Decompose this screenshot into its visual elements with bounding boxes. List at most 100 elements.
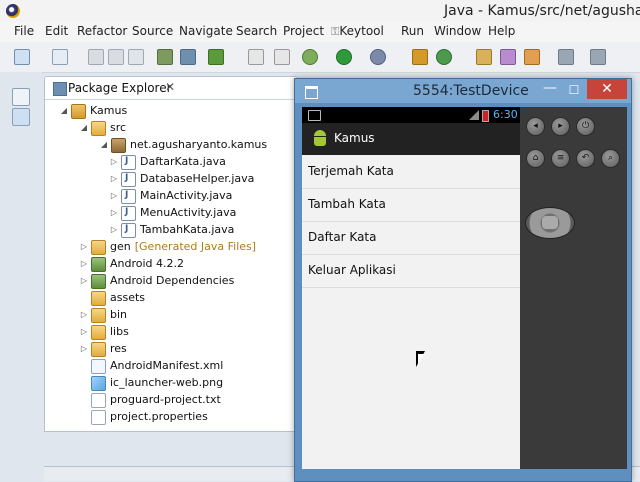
expanded-arrow-icon[interactable]: ◢ (59, 102, 69, 119)
lint-check-icon[interactable] (208, 49, 224, 65)
window-title: Java - Kamus/src/net/agushary (444, 3, 640, 19)
tree-item[interactable]: ▷ bin (79, 306, 127, 323)
main-toolbar (0, 42, 640, 73)
collapsed-arrow-icon[interactable]: ▷ (109, 187, 119, 204)
package-explorer-tab[interactable]: Package Explorer ✕ (45, 77, 297, 100)
tree-item[interactable]: ▷ Android 4.2.2 (79, 255, 184, 272)
volume-down-icon[interactable]: ◂ (526, 117, 545, 136)
close-icon[interactable]: ✕ (165, 80, 175, 94)
menu-edit[interactable]: Edit (45, 24, 68, 38)
android-sdk-manager-icon[interactable] (157, 49, 173, 65)
dpad-center-icon[interactable] (542, 216, 558, 229)
forward-icon[interactable] (590, 49, 606, 65)
collapsed-arrow-icon[interactable]: ▷ (79, 306, 89, 323)
annotation-icon[interactable] (524, 49, 540, 65)
tree-item-label: MenuActivity.java (140, 206, 237, 219)
new-icon[interactable] (14, 49, 30, 65)
print-icon[interactable] (128, 49, 144, 65)
emulator-title: 5554:TestDevice (413, 83, 529, 99)
menu-window[interactable]: Window (434, 24, 481, 38)
save-all-icon[interactable] (108, 49, 124, 65)
window-menu-icon[interactable] (305, 86, 318, 99)
back-icon[interactable] (558, 49, 574, 65)
menu-navigate[interactable]: Navigate (179, 24, 233, 38)
notification-icon (308, 110, 321, 121)
collapsed-arrow-icon[interactable]: ▷ (109, 221, 119, 238)
menu-source[interactable]: Source (132, 24, 173, 38)
debug-icon[interactable] (302, 49, 318, 65)
run-icon[interactable] (336, 49, 352, 65)
package-explorer-icon (53, 82, 67, 96)
tree-item[interactable]: project.properties (79, 408, 208, 425)
menu-help[interactable]: Help (488, 24, 515, 38)
tree-item[interactable]: ▷ gen [Generated Java Files] (79, 238, 256, 255)
collapsed-arrow-icon[interactable]: ▷ (79, 340, 89, 357)
avd-manager-icon[interactable] (180, 49, 196, 65)
menu-key-icon[interactable]: ≡ (551, 149, 570, 168)
open-type-icon[interactable] (476, 49, 492, 65)
tree-item[interactable]: ◢ net.agusharyanto.kamus (99, 136, 267, 153)
search-key-icon[interactable]: ⌕ (601, 149, 620, 168)
new-wizard-icon[interactable] (52, 49, 68, 65)
tree-item[interactable]: AndroidManifest.xml (79, 357, 223, 374)
tree-item[interactable]: ▷ MainActivity.java (109, 187, 232, 204)
menu-item-daftar-kata[interactable]: Daftar Kata (302, 221, 520, 255)
minimize-icon[interactable]: — (539, 81, 561, 99)
home-icon[interactable]: ⌂ (526, 149, 545, 168)
tree-item[interactable]: ▷ TambahKata.java (109, 221, 234, 238)
tree-item[interactable]: ◢ src (79, 119, 126, 136)
menu-project[interactable]: Project (283, 24, 324, 38)
expanded-arrow-icon[interactable]: ◢ (99, 136, 109, 153)
restore-view-icon[interactable] (12, 88, 30, 106)
menu-item-tambah-kata[interactable]: Tambah Kata (302, 188, 520, 222)
library-icon (91, 257, 106, 272)
folder-icon (91, 291, 106, 306)
new-java-project-icon[interactable] (412, 49, 428, 65)
minimized-view-icon[interactable] (12, 108, 30, 126)
collapsed-arrow-icon[interactable]: ▷ (109, 153, 119, 170)
tree-item[interactable]: ▷ DatabaseHelper.java (109, 170, 254, 187)
skip-breakpoints-icon[interactable] (274, 49, 290, 65)
collapsed-arrow-icon[interactable]: ▷ (109, 204, 119, 221)
dpad-control[interactable] (525, 207, 575, 239)
tree-item[interactable]: ◢ Kamus (59, 102, 127, 119)
menu-search[interactable]: Search (236, 24, 277, 38)
volume-up-icon[interactable]: ▸ (551, 117, 570, 136)
xml-file-icon (91, 359, 106, 374)
emulator-window: 5554:TestDevice — ☐ ✕ 6:30 Kamus Terjema… (294, 78, 632, 482)
close-icon[interactable]: ✕ (587, 79, 627, 99)
tree-item[interactable]: ▷ res (79, 340, 127, 357)
tree-item[interactable]: ▷ DaftarKata.java (109, 153, 226, 170)
menu-item-keluar-aplikasi[interactable]: Keluar Aplikasi (302, 254, 520, 288)
tree-item[interactable]: assets (79, 289, 145, 306)
collapsed-arrow-icon[interactable]: ▷ (79, 272, 89, 289)
save-icon[interactable] (88, 49, 104, 65)
tree-item[interactable]: ic_launcher-web.png (79, 374, 223, 391)
tree-item[interactable]: ▷ Android Dependencies (79, 272, 234, 289)
left-trim-strip (0, 72, 42, 480)
external-tools-icon[interactable] (370, 49, 386, 65)
search-tool-icon[interactable] (500, 49, 516, 65)
collapsed-arrow-icon[interactable]: ▷ (79, 323, 89, 340)
tree-item[interactable]: ▷ libs (79, 323, 129, 340)
menu-file[interactable]: File (14, 24, 34, 38)
power-icon[interactable]: ⏻ (576, 117, 595, 136)
new-class-icon[interactable] (436, 49, 452, 65)
tree-item[interactable]: ▷ MenuActivity.java (109, 204, 236, 221)
menu-item-terjemah-kata[interactable]: Terjemah Kata (302, 155, 520, 189)
collapsed-arrow-icon[interactable]: ▷ (79, 255, 89, 272)
maximize-icon[interactable]: ☐ (563, 81, 585, 99)
menu-keytool[interactable]: ⚿Keytool (331, 24, 384, 39)
android-status-bar: 6:30 (302, 107, 520, 123)
project-icon (71, 104, 86, 119)
build-icon[interactable] (248, 49, 264, 65)
eclipse-app-icon (6, 4, 20, 18)
collapsed-arrow-icon[interactable]: ▷ (79, 238, 89, 255)
expanded-arrow-icon[interactable]: ◢ (79, 119, 89, 136)
collapsed-arrow-icon[interactable]: ▷ (109, 170, 119, 187)
device-screen[interactable]: 6:30 Kamus Terjemah Kata Tambah Kata Daf… (302, 107, 520, 469)
tree-item[interactable]: proguard-project.txt (79, 391, 221, 408)
menu-run[interactable]: Run (401, 24, 424, 38)
menu-refactor[interactable]: Refactor (77, 24, 127, 38)
back-key-icon[interactable]: ↶ (576, 149, 595, 168)
